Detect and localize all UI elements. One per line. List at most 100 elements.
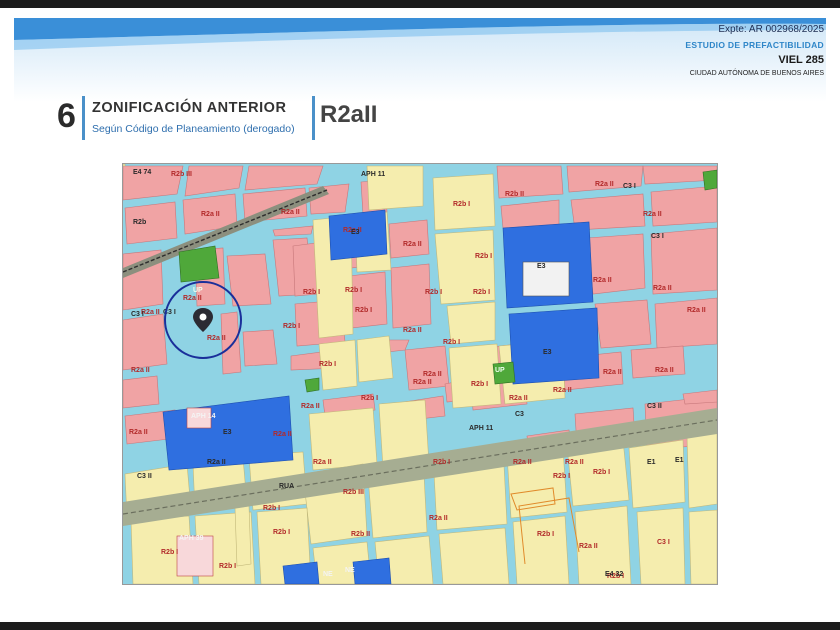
svg-text:R2a II: R2a II: [513, 459, 532, 466]
block-e3: [352, 557, 392, 584]
block-r2a: [242, 329, 278, 367]
header-banner: [14, 18, 826, 102]
svg-text:R2a II: R2a II: [603, 369, 622, 376]
section-subtitle: Según Código de Planeamiento (derogado): [92, 123, 295, 135]
svg-text:C3 II: C3 II: [647, 403, 662, 410]
svg-text:R2b I: R2b I: [475, 253, 492, 260]
top-frame-bar: [0, 0, 840, 8]
svg-text:R2b I: R2b I: [283, 323, 300, 330]
block-r2b: [686, 431, 717, 509]
svg-text:R2b III: R2b III: [343, 489, 364, 496]
aph39-box: [176, 535, 214, 577]
park-up: [178, 245, 220, 283]
svg-text:R2a II: R2a II: [131, 367, 150, 374]
svg-text:R2b I: R2b I: [273, 529, 290, 536]
section-title: ZONIFICACIÓN ANTERIOR: [92, 100, 287, 116]
svg-text:C3 I: C3 I: [651, 233, 664, 240]
block-r2b: [356, 335, 394, 383]
block-r2a: [348, 271, 388, 329]
block-r2b: [123, 164, 126, 167]
block-r2b: [636, 507, 686, 584]
svg-text:E3: E3: [223, 429, 232, 436]
block-r2b: [688, 509, 717, 584]
section-number: 6: [57, 97, 76, 135]
block-r2a: [123, 313, 168, 371]
svg-text:R2b I: R2b I: [355, 307, 372, 314]
block-r2a: [594, 299, 652, 349]
svg-text:R2a II: R2a II: [553, 387, 572, 394]
property-address: VIEL 285: [778, 54, 824, 66]
svg-text:APH 11: APH 11: [469, 425, 493, 432]
svg-text:R2b I: R2b I: [263, 505, 280, 512]
section-divider: [82, 96, 85, 140]
study-title: ESTUDIO DE PREFACTIBILIDAD: [685, 40, 824, 50]
block-r2a: [390, 263, 432, 329]
svg-text:R2a II: R2a II: [403, 327, 422, 334]
block-r2a: [654, 297, 717, 349]
svg-text:R2a II: R2a II: [273, 431, 292, 438]
svg-text:C3: C3: [515, 411, 524, 418]
svg-text:R2a II: R2a II: [183, 295, 202, 302]
svg-text:R2a II: R2a II: [687, 307, 706, 314]
city-name: CIUDAD AUTÓNOMA DE BUENOS AIRES: [689, 70, 824, 77]
park-up: [304, 377, 320, 393]
svg-text:R2a II: R2a II: [207, 459, 226, 466]
svg-text:C3 I: C3 I: [657, 539, 670, 546]
svg-text:R2b I: R2b I: [453, 201, 470, 208]
svg-text:R2a II: R2a II: [201, 211, 220, 218]
svg-text:R2a II: R2a II: [579, 543, 598, 550]
zone-code: R2aII: [320, 101, 378, 128]
svg-text:R2b II: R2b II: [505, 191, 524, 198]
block-e3: [282, 561, 320, 584]
svg-text:R2b I: R2b I: [473, 289, 490, 296]
block-e3: [508, 307, 600, 385]
svg-text:R2b I: R2b I: [219, 563, 236, 570]
svg-text:R2b I: R2b I: [345, 287, 362, 294]
svg-text:R2b I: R2b I: [319, 361, 336, 368]
svg-text:R2b I: R2b I: [471, 381, 488, 388]
svg-text:R2a II: R2a II: [595, 181, 614, 188]
svg-text:APH 14: APH 14: [191, 413, 216, 420]
svg-text:APH 11: APH 11: [361, 171, 385, 178]
svg-text:C3 I: C3 I: [131, 311, 144, 318]
svg-text:R2a II: R2a II: [403, 241, 422, 248]
svg-text:E1: E1: [675, 457, 684, 464]
block-r2b: [234, 505, 252, 567]
svg-text:R2a II: R2a II: [301, 403, 320, 410]
block-r2b: [628, 439, 686, 509]
svg-text:R2a II: R2a II: [593, 277, 612, 284]
block-r2b: [438, 527, 510, 584]
svg-text:R2b I: R2b I: [553, 473, 570, 480]
svg-text:R2b I: R2b I: [443, 339, 460, 346]
svg-text:R2b I: R2b I: [361, 395, 378, 402]
bottom-frame-bar: [0, 622, 840, 630]
svg-text:R2a II: R2a II: [313, 459, 332, 466]
svg-text:R2a II: R2a II: [129, 429, 148, 436]
svg-text:E1: E1: [647, 459, 656, 466]
svg-text:R2a II: R2a II: [643, 211, 662, 218]
svg-text:R2a II: R2a II: [565, 459, 584, 466]
svg-text:R2a II: R2a II: [413, 379, 432, 386]
svg-text:R2a II: R2a II: [207, 335, 226, 342]
block-r2b: [446, 301, 496, 345]
svg-text:E4 32: E4 32: [605, 571, 623, 578]
svg-text:R2a II: R2a II: [655, 367, 674, 374]
svg-text:R2b I: R2b I: [425, 289, 442, 296]
svg-text:E3: E3: [537, 263, 546, 270]
svg-text:E3: E3: [351, 229, 360, 236]
svg-text:RUA: RUA: [279, 483, 294, 490]
svg-text:R2b I: R2b I: [433, 459, 450, 466]
svg-text:UP: UP: [495, 367, 505, 374]
svg-text:APH 39: APH 39: [179, 535, 204, 542]
svg-text:R2b: R2b: [133, 219, 146, 226]
svg-text:C3 I: C3 I: [623, 183, 636, 190]
svg-text:R2b I: R2b I: [537, 531, 554, 538]
svg-text:R2b I: R2b I: [161, 549, 178, 556]
svg-text:E4 74: E4 74: [133, 169, 151, 176]
svg-text:NE: NE: [345, 567, 355, 574]
svg-text:E3: E3: [543, 349, 552, 356]
svg-text:NE: NE: [323, 571, 333, 578]
block-r2a: [586, 233, 646, 295]
svg-text:C3 II: C3 II: [137, 473, 152, 480]
svg-text:R2b II: R2b II: [351, 531, 370, 538]
